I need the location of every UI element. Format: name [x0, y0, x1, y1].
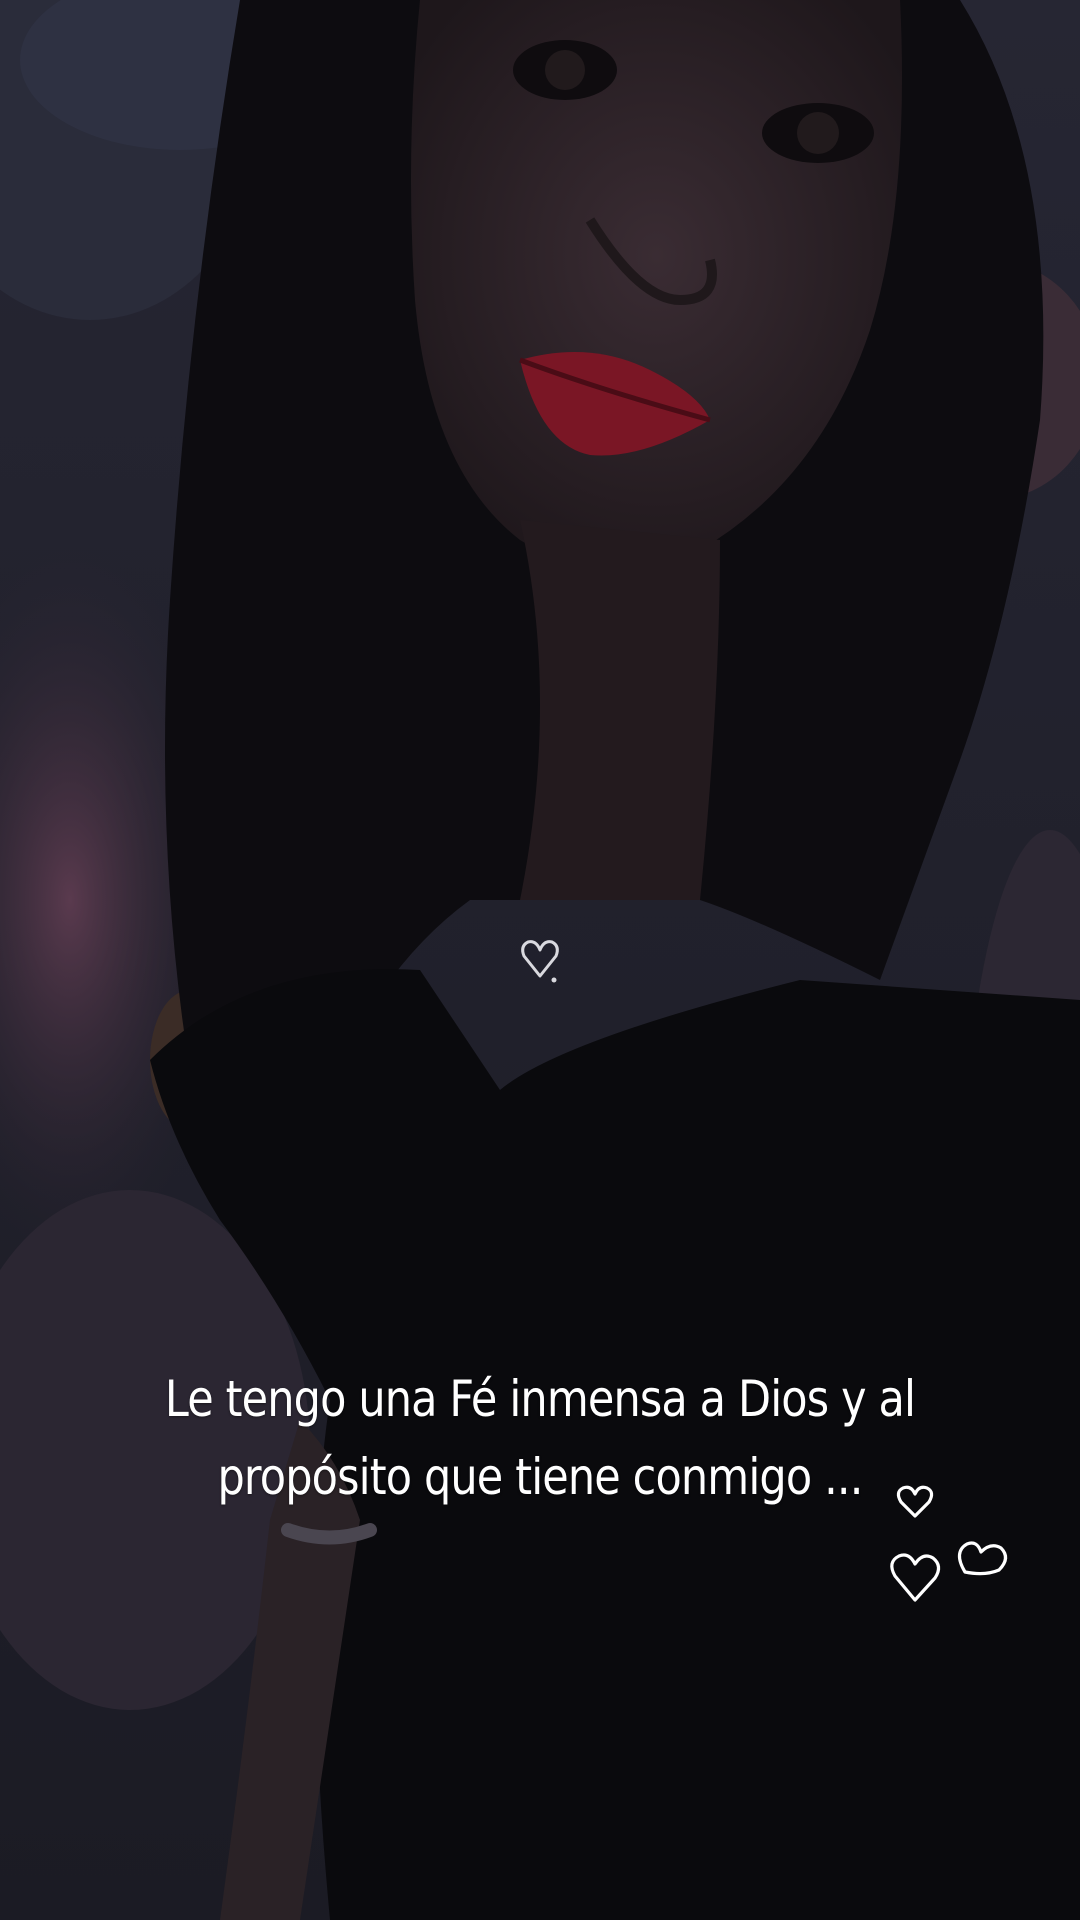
caption-line-1: Le tengo una Fé inmensa a Dios y al — [164, 1370, 916, 1428]
story-view[interactable]: Le tengo una Fé inmensa a Dios y al prop… — [0, 0, 1080, 1920]
heart-pendant-icon — [521, 940, 559, 983]
three-hearts-outline-icon[interactable] — [885, 1480, 1015, 1610]
caption-line-2: propósito que tiene conmigo ... — [217, 1448, 863, 1506]
story-caption: Le tengo una Fé inmensa a Dios y al prop… — [127, 1360, 953, 1516]
